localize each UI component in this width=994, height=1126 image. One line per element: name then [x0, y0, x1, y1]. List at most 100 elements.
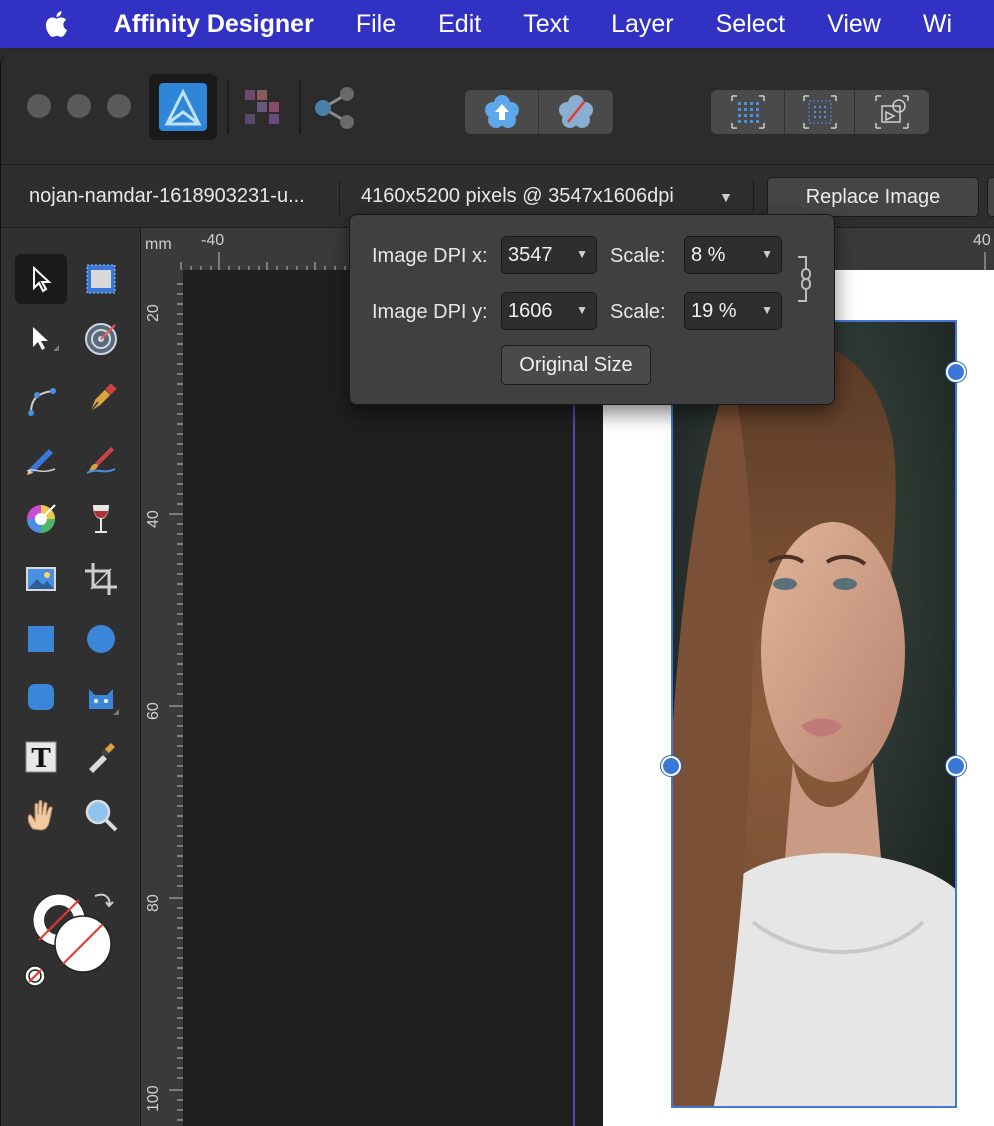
pencil-icon — [26, 449, 56, 475]
snap-to-shape-button[interactable] — [855, 90, 929, 134]
dotted-grid-icon — [802, 95, 837, 129]
view-tool[interactable] — [15, 790, 67, 840]
target-icon — [85, 323, 117, 355]
dpi-x-value: 3547 — [508, 243, 553, 266]
text-tool[interactable]: T — [15, 732, 67, 782]
zoom-window-button[interactable] — [107, 94, 131, 118]
color-picker-tool[interactable] — [75, 732, 127, 782]
menu-text[interactable]: Text — [523, 10, 569, 39]
svg-text:T: T — [31, 744, 51, 774]
cat-shape-tool[interactable] — [75, 672, 127, 722]
minimize-window-button[interactable] — [67, 94, 91, 118]
close-window-button[interactable] — [27, 94, 51, 118]
chevron-down-icon: ▼ — [576, 303, 588, 317]
main-toolbar — [1, 52, 994, 164]
crop-tool[interactable] — [75, 554, 127, 604]
fill-tool[interactable] — [15, 494, 67, 544]
scale-y-select[interactable]: 19 % ▼ — [684, 292, 782, 330]
grid-icon — [730, 95, 765, 129]
move-tool[interactable] — [15, 254, 67, 304]
dpi-y-select[interactable]: 1606 ▼ — [501, 292, 597, 330]
pencil-tool[interactable] — [15, 434, 67, 484]
dpi-y-label: Image DPI y: — [372, 301, 488, 323]
text-icon: T — [25, 741, 57, 774]
toolbar-separator — [299, 80, 301, 134]
swap-colors-icon — [94, 893, 114, 908]
menu-edit[interactable]: Edit — [438, 10, 481, 39]
node-arrow-icon — [33, 327, 59, 351]
shape-snap-icon — [875, 95, 909, 129]
rectangle-icon — [28, 626, 54, 652]
ruler-label: 80 — [145, 894, 162, 912]
upload-flower-icon — [484, 95, 519, 128]
transparency-tool[interactable] — [75, 494, 127, 544]
dpi-y-value: 1606 — [508, 299, 553, 322]
scale-x-label: Scale: — [610, 245, 666, 267]
menu-select[interactable]: Select — [716, 10, 785, 39]
flower-disabled-icon — [559, 95, 593, 128]
menu-app-name[interactable]: Affinity Designer — [114, 10, 314, 39]
chevron-down-icon[interactable]: ▼ — [719, 189, 733, 205]
vertical-ruler[interactable]: 20 40 60 80 100 — [141, 270, 183, 1126]
original-size-button[interactable]: Original Size — [501, 345, 651, 385]
resize-handle-right[interactable] — [946, 756, 966, 776]
menu-bar: Affinity Designer File Edit Text Layer S… — [0, 0, 994, 48]
upload-button[interactable] — [465, 90, 539, 134]
more-context-button[interactable] — [987, 177, 994, 217]
artboard-tool[interactable] — [75, 254, 127, 304]
replace-image-button[interactable]: Replace Image — [767, 177, 979, 217]
ellipse-tool[interactable] — [75, 614, 127, 664]
rectangle-tool[interactable] — [15, 614, 67, 664]
node-tool[interactable] — [15, 314, 67, 364]
artboard-icon — [86, 264, 116, 294]
apple-icon[interactable] — [40, 7, 74, 41]
menu-layer[interactable]: Layer — [611, 10, 674, 39]
image-filename: nojan-namdar-1618903231-u... — [29, 185, 305, 207]
pen-nib-tool[interactable] — [75, 374, 127, 424]
share-icon — [315, 87, 354, 129]
wine-glass-icon — [93, 505, 109, 533]
menu-window[interactable]: Wi — [923, 10, 952, 39]
brush-tool[interactable] — [75, 434, 127, 484]
corner-tool[interactable] — [75, 314, 127, 364]
placed-image[interactable] — [671, 320, 957, 1108]
rounded-rectangle-tool[interactable] — [15, 672, 67, 722]
no-assistant-button[interactable] — [539, 90, 613, 134]
ruler-label: 40 — [145, 510, 162, 528]
eyedropper-icon — [89, 743, 115, 773]
image-dpi-dropdown[interactable]: 4160x5200 pixels @ 3547x1606dpi — [361, 185, 674, 208]
export-persona-button[interactable] — [307, 74, 363, 140]
rounded-rectangle-icon — [28, 684, 54, 710]
dpi-x-select[interactable]: 3547 ▼ — [501, 236, 597, 274]
assistant-group — [465, 90, 613, 134]
designer-persona-button[interactable] — [149, 74, 217, 140]
context-separator — [753, 179, 754, 215]
grid-snap-button[interactable] — [711, 90, 785, 134]
dpi-x-label: Image DPI x: — [372, 245, 488, 267]
resize-handle-top-right[interactable] — [946, 362, 966, 382]
portrait-photo — [673, 322, 955, 1106]
zoom-tool[interactable] — [75, 790, 127, 840]
pixel-persona-icon — [245, 90, 279, 124]
ruler-label: 60 — [145, 702, 162, 720]
menu-view[interactable]: View — [827, 10, 881, 39]
bezier-icon — [28, 388, 56, 416]
pixel-persona-button[interactable] — [237, 74, 295, 140]
resize-handle-left[interactable] — [661, 756, 681, 776]
menu-file[interactable]: File — [356, 10, 396, 39]
hand-icon — [27, 800, 53, 831]
cat-icon — [89, 689, 119, 715]
pen-nib-icon — [87, 383, 117, 415]
tools-panel: T — [1, 228, 141, 1126]
magnifier-icon — [85, 799, 118, 832]
scale-x-value: 8 % — [691, 243, 726, 266]
designer-persona-icon — [159, 83, 207, 131]
fill-stroke-swatch[interactable] — [21, 888, 121, 992]
chain-link-icon[interactable] — [794, 255, 814, 303]
context-separator — [339, 179, 340, 215]
scale-x-select[interactable]: 8 % ▼ — [684, 236, 782, 274]
place-image-tool[interactable] — [15, 554, 67, 604]
pen-tool[interactable] — [15, 374, 67, 424]
pixel-grid-button[interactable] — [785, 90, 855, 134]
ellipse-icon — [87, 625, 115, 653]
